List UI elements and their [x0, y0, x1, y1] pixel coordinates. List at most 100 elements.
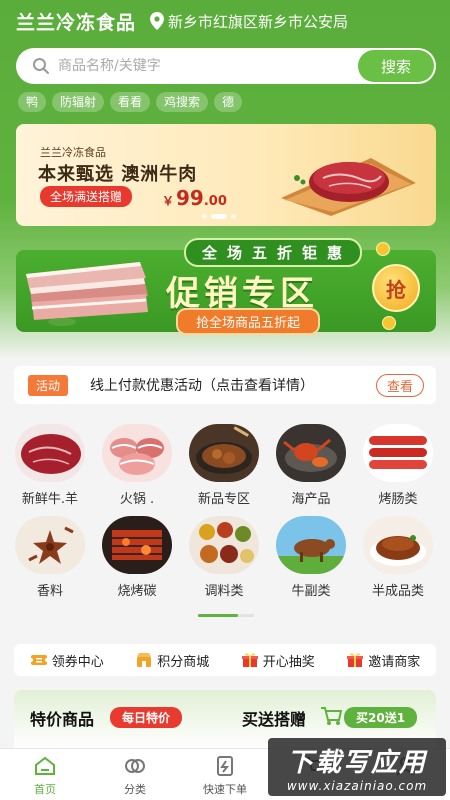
activity-notice[interactable]: 活动 线上付款优惠活动（点击查看详情） 查看: [14, 366, 436, 404]
activity-badge: 活动: [28, 374, 69, 396]
nav-label: 首页: [34, 783, 56, 796]
category-icon: [125, 759, 145, 773]
points-mall-icon: [137, 653, 152, 667]
location-pin-icon: [150, 12, 165, 30]
watermark-logo: 下载写应用 www.xiazainiao.com: [268, 738, 446, 796]
banner-dots: [202, 214, 236, 219]
location-text: 新乡市红旗区新乡市公安局: [168, 12, 349, 31]
view-details-button[interactable]: 查看: [375, 373, 424, 397]
sausage-image: [363, 424, 433, 482]
search-bar: 搜索: [16, 48, 436, 84]
activity-text: 线上付款优惠活动（点击查看详情）: [90, 378, 315, 394]
quick-links: 领券中心 积分商城 开心抽奖 邀请商家: [14, 644, 436, 676]
prepared-food-image: [363, 516, 433, 574]
hot-tag[interactable]: 防辐射: [52, 92, 105, 112]
nav-home[interactable]: 首页: [0, 749, 90, 800]
category-label: 半成品类: [371, 584, 424, 599]
banner-brand: 兰兰冷冻食品: [40, 146, 106, 159]
watermark-main: 下载写应用: [286, 747, 427, 778]
app-title: 兰兰冷冻食品: [16, 11, 137, 34]
coin-icon: [382, 316, 396, 330]
lottery-link[interactable]: 开心抽奖: [241, 651, 315, 670]
watermark-sub: www.xiazainiao.com: [286, 778, 428, 793]
category-item[interactable]: 新鲜牛.羊: [7, 424, 93, 507]
category-label: 烤肠类: [378, 492, 418, 507]
beef-image: [15, 424, 85, 482]
location-selector[interactable]: 新乡市红旗区新乡市公安局: [150, 11, 348, 32]
banner-dot[interactable]: [202, 214, 207, 219]
home-icon: [35, 756, 55, 775]
quick-link-label: 开心抽奖: [262, 654, 315, 670]
category-item[interactable]: 火锅 .: [94, 424, 180, 507]
banner-dot[interactable]: [231, 214, 236, 219]
category-item[interactable]: 半成品类: [355, 516, 441, 599]
category-item[interactable]: 烧烤碳: [94, 516, 180, 599]
hot-tag[interactable]: 鸡搜索: [156, 92, 209, 112]
category-item[interactable]: 海产品: [268, 424, 354, 507]
category-item[interactable]: 新品专区: [181, 424, 267, 507]
seafood-image: [276, 424, 346, 482]
category-item[interactable]: 烤肠类: [355, 424, 441, 507]
nav-label: 分类: [124, 783, 146, 796]
category-item[interactable]: 牛副类: [268, 516, 354, 599]
category-label: 海产品: [291, 492, 331, 507]
hotpot-meat-image: [102, 424, 172, 482]
nav-quick-order[interactable]: 快速下单: [180, 749, 270, 800]
buy-gift-title: 买送搭赠: [242, 710, 307, 729]
points-mall-link[interactable]: 积分商城: [135, 651, 209, 670]
charcoal-image: [102, 516, 172, 574]
category-item[interactable]: 调料类: [181, 516, 267, 599]
category-label: 新品专区: [197, 492, 250, 507]
category-label: 烧烤碳: [117, 584, 157, 599]
scroll-thumb: [198, 614, 238, 617]
spice-image: [15, 516, 85, 574]
hot-tag[interactable]: 看看: [110, 92, 151, 112]
quick-order-icon: [217, 756, 233, 776]
coupon-icon: [29, 655, 48, 665]
category-label: 香料: [36, 584, 63, 599]
coin-icon: [376, 242, 390, 256]
promo-subtitle: 抢全场商品五折起: [176, 308, 321, 335]
gift-icon: [241, 653, 258, 667]
category-label: 调料类: [204, 584, 244, 599]
price-currency: ￥: [162, 194, 175, 208]
top-bar: 兰兰冷冻食品 新乡市红旗区新乡市公安局: [0, 0, 450, 42]
category-label: 新鲜牛.羊: [21, 492, 79, 507]
buy-gift-badge[interactable]: 买20送1: [344, 707, 418, 728]
quick-link-label: 积分商城: [157, 654, 210, 670]
nav-category[interactable]: 分类: [90, 749, 180, 800]
main-banner[interactable]: 兰兰冷冻食品 本来甄选 澳洲牛肉 全场满送搭赠 ￥ 99.00: [16, 124, 436, 226]
seasoning-image: [189, 516, 259, 574]
coupon-center-link[interactable]: 领券中心: [29, 651, 104, 670]
cart-icon: [321, 707, 342, 725]
banner-price: ￥ 99.00: [162, 186, 227, 210]
quick-link-label: 邀请商家: [368, 654, 421, 670]
category-item[interactable]: 香料: [7, 516, 93, 599]
invite-merchant-link[interactable]: 邀请商家: [346, 651, 420, 670]
nav-label: 快速下单: [203, 783, 247, 796]
category-label: 火锅 .: [119, 492, 155, 507]
cattle-image: [276, 516, 346, 574]
banner-title: 本来甄选 澳洲牛肉: [38, 164, 198, 185]
search-button[interactable]: 搜索: [358, 50, 434, 82]
category-scroll-indicator: [198, 614, 254, 617]
quick-link-label: 领券中心: [51, 654, 104, 670]
price-dec: .00: [203, 194, 227, 209]
hot-search-tags: 鸭 防辐射 看看 鸡搜索 德: [18, 92, 243, 112]
search-input[interactable]: [58, 58, 358, 74]
category-label: 牛副类: [291, 584, 331, 599]
steak-board-image: [281, 158, 416, 216]
search-icon: [33, 58, 49, 74]
special-title: 特价商品: [30, 710, 95, 729]
daily-special-badge[interactable]: 每日特价: [110, 707, 183, 728]
new-dish-image: [189, 424, 259, 482]
promo-banner[interactable]: 全场五折钜惠 促销专区 抢全场商品五折起 抢: [16, 234, 436, 344]
grab-button[interactable]: 抢: [372, 264, 420, 312]
hot-tag[interactable]: 鸭: [18, 92, 47, 112]
banner-pill: 全场满送搭赠: [40, 186, 133, 207]
pork-belly-image: [26, 262, 148, 326]
hot-tag[interactable]: 德: [214, 92, 243, 112]
invite-gift-icon: [347, 653, 364, 667]
banner-dot-active[interactable]: [211, 214, 227, 219]
promo-top-text: 全场五折钜惠: [184, 238, 363, 267]
